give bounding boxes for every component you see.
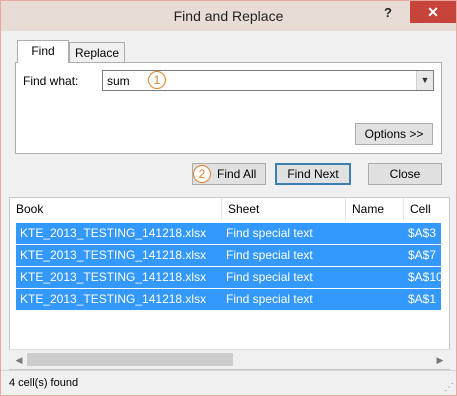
row-book: KTE_2013_TESTING_141218.xlsx [20, 226, 207, 240]
row-cell: $A$3 [408, 226, 437, 240]
row-book: KTE_2013_TESTING_141218.xlsx [20, 270, 207, 284]
table-row[interactable]: KTE_2013_TESTING_141218.xlsx Find specia… [16, 245, 441, 266]
row-book: KTE_2013_TESTING_141218.xlsx [20, 292, 207, 306]
results-list[interactable]: Book Sheet Name Cell KTE_2013_TESTING_14… [9, 197, 450, 370]
tab-find[interactable]: Find [17, 40, 69, 63]
scroll-left-icon[interactable]: ◀ [11, 352, 27, 368]
chevron-down-icon[interactable]: ▼ [416, 71, 433, 90]
row-sheet: Find special text [226, 226, 313, 240]
row-sheet: Find special text [226, 248, 313, 262]
scroll-right-icon[interactable]: ▶ [432, 352, 448, 368]
table-row[interactable]: KTE_2013_TESTING_141218.xlsx Find specia… [16, 289, 441, 310]
find-what-label: Find what: [23, 74, 79, 88]
scroll-thumb[interactable] [27, 353, 233, 366]
row-sheet: Find special text [226, 270, 313, 284]
step-2-annotation: 2 [193, 165, 211, 183]
row-cell: $A$1 [408, 292, 437, 306]
row-cell: $A$10 [408, 270, 441, 284]
column-header-name[interactable]: Name [346, 198, 404, 220]
title-bar[interactable]: Find and Replace ? ✕ [1, 1, 456, 31]
column-header-cell[interactable]: Cell [404, 198, 449, 220]
table-row[interactable]: KTE_2013_TESTING_141218.xlsx Find specia… [16, 223, 441, 244]
find-all-label: Find All [217, 167, 257, 181]
table-row[interactable]: KTE_2013_TESTING_141218.xlsx Find specia… [16, 267, 441, 288]
close-icon[interactable]: ✕ [410, 1, 456, 23]
row-sheet: Find special text [226, 292, 313, 306]
row-book: KTE_2013_TESTING_141218.xlsx [20, 248, 207, 262]
close-button[interactable]: Close [368, 163, 442, 185]
horizontal-scrollbar[interactable]: ◀ ▶ [9, 349, 450, 369]
resize-grip-icon[interactable]: ⋰ [444, 382, 454, 393]
column-header-book[interactable]: Book [10, 198, 222, 220]
tab-replace[interactable]: Replace [69, 42, 125, 63]
row-cell: $A$7 [408, 248, 437, 262]
find-next-button[interactable]: Find Next [275, 163, 351, 185]
status-text: 4 cell(s) found [9, 377, 79, 389]
step-1-annotation: 1 [148, 71, 166, 89]
options-button[interactable]: Options >> [355, 123, 433, 145]
status-bar: 4 cell(s) found ⋰ [1, 370, 456, 395]
find-what-value[interactable]: sum [107, 74, 130, 88]
find-replace-dialog: Find and Replace ? ✕ Find Replace Find w… [0, 0, 457, 396]
column-header-sheet[interactable]: Sheet [222, 198, 346, 220]
help-icon[interactable]: ? [379, 5, 397, 23]
